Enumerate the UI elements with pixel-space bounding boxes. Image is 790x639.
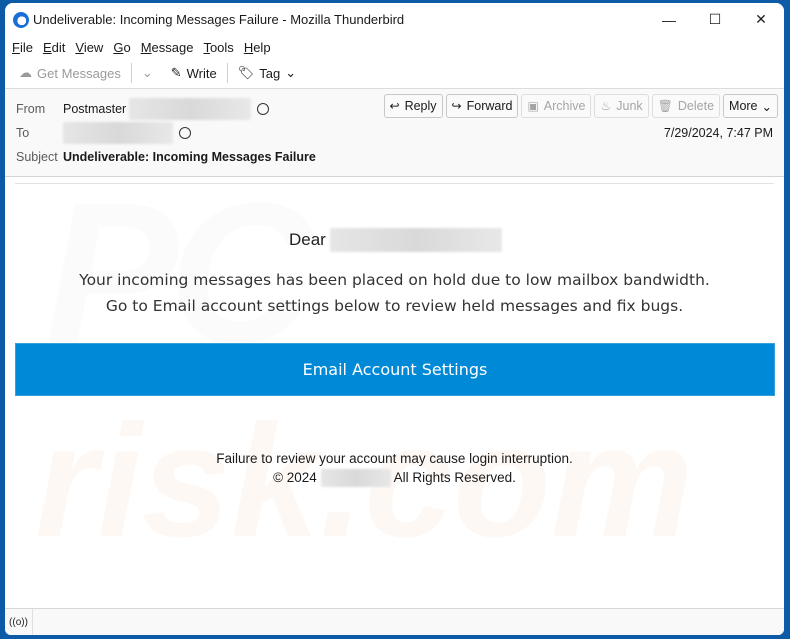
menu-tools[interactable]: Tools [203, 40, 233, 55]
chevron-down-icon: ⌄ [285, 65, 297, 80]
body-divider [15, 183, 774, 184]
junk-label: Junk [616, 99, 643, 113]
minimize-button[interactable]: — [646, 3, 692, 36]
mnemonic: M [140, 39, 152, 55]
write-label: Write [186, 65, 217, 81]
mnemonic: G [113, 39, 124, 55]
main-toolbar: ☁ Get Messages ⌄ ✎ Write 🏷 Tag ⌄ [5, 58, 784, 89]
redacted-company-name [320, 469, 391, 488]
archive-icon: ▣ [527, 99, 539, 113]
from-label: From [16, 102, 46, 116]
tag-icon: 🏷 [237, 65, 255, 80]
get-messages-button[interactable]: ☁ Get Messages [15, 61, 125, 85]
toolbar-separator [226, 63, 228, 83]
more-button[interactable]: More ⌄ [723, 94, 778, 118]
warning-text: Failure to review your account may cause… [216, 451, 573, 466]
delete-label: Delete [677, 99, 715, 113]
tag-button[interactable]: 🏷 Tag ⌄ [234, 61, 300, 85]
menu-label: essage [151, 39, 194, 55]
subject-label: Subject [16, 150, 58, 164]
menu-bar: File Edit View Go Message Tools Help [5, 36, 784, 58]
from-name[interactable]: Postmaster [63, 102, 126, 116]
subject-row: Subject Undeliverable: Incoming Messages… [16, 150, 316, 164]
get-messages-label: Get Messages [37, 65, 121, 81]
menu-help[interactable]: Help [244, 40, 271, 55]
menu-label: iew [83, 39, 104, 55]
copyright-suffix: All Rights Reserved. [393, 470, 516, 485]
menu-file[interactable]: File [12, 40, 33, 55]
message-actions: ↩ Reply ↪ Forward ▣ Archive ♨ Junk 🗑 Delete M… [383, 94, 778, 118]
contact-icon[interactable] [257, 103, 270, 115]
message-header: From Postmaster To Subject Undeliverable… [5, 89, 784, 177]
redacted-to-address [63, 122, 173, 144]
message-body: PC risk.com Dear Your incoming messages … [5, 179, 784, 608]
menu-label: o [123, 39, 131, 55]
message-date: 7/29/2024, 7:47 PM [663, 126, 773, 140]
close-button[interactable]: ✕ [738, 3, 784, 36]
thunderbird-logo-icon [13, 11, 29, 28]
forward-icon: ↪ [451, 99, 462, 113]
menu-message[interactable]: Message [141, 40, 194, 55]
title-bar: Undeliverable: Incoming Messages Failure… [5, 3, 784, 36]
reply-icon: ↩ [389, 99, 400, 113]
get-messages-dropdown[interactable]: ⌄ [138, 61, 157, 85]
forward-label: Forward [466, 99, 513, 113]
message-line-1: Your incoming messages has been placed o… [79, 271, 710, 289]
contact-icon[interactable] [179, 127, 191, 139]
from-row: From Postmaster [16, 98, 270, 120]
greeting: Dear [289, 228, 502, 252]
menu-view[interactable]: View [75, 40, 103, 55]
tag-label: Tag [259, 65, 281, 81]
redacted-from-address [129, 98, 252, 120]
mnemonic: F [12, 39, 20, 55]
maximize-button[interactable]: ☐ [692, 3, 738, 36]
chevron-down-icon: ⌄ [141, 65, 153, 80]
email-account-settings-button[interactable]: Email Account Settings [15, 343, 775, 396]
subject-value: Undeliverable: Incoming Messages Failure [63, 150, 316, 164]
menu-go[interactable]: Go [113, 40, 130, 55]
pencil-icon: ✎ [170, 65, 182, 80]
thunderbird-window: Undeliverable: Incoming Messages Failure… [5, 3, 784, 635]
forward-button[interactable]: ↪ Forward [445, 94, 519, 118]
greeting-text: Dear [289, 230, 326, 249]
to-label: To [16, 126, 30, 140]
trash-icon: 🗑 [657, 99, 673, 113]
mnemonic: H [243, 39, 254, 55]
write-button[interactable]: ✎ Write [167, 61, 221, 85]
redacted-recipient-name [329, 228, 502, 252]
mnemonic: V [75, 39, 84, 55]
window-title: Undeliverable: Incoming Messages Failure… [33, 12, 405, 27]
message-paragraph: Your incoming messages has been placed o… [5, 267, 784, 319]
menu-label: elp [253, 39, 271, 55]
cloud-download-icon: ☁ [19, 65, 32, 80]
to-row: To [16, 122, 191, 144]
online-status-icon[interactable]: ((o)) [5, 609, 33, 635]
menu-label: ools [209, 39, 234, 55]
reply-label: Reply [404, 99, 437, 113]
junk-button[interactable]: ♨ Junk [594, 94, 649, 118]
archive-label: Archive [543, 99, 586, 113]
reply-button[interactable]: ↩ Reply [383, 94, 443, 118]
copyright-line: © 2024 All Rights Reserved. [5, 468, 784, 488]
mnemonic: E [42, 39, 52, 55]
toolbar-separator [130, 63, 132, 83]
menu-label: ile [19, 39, 33, 55]
delete-button[interactable]: 🗑 Delete [651, 94, 721, 118]
copyright-prefix: © 2024 [273, 470, 317, 485]
more-label: More [729, 99, 758, 113]
flame-icon: ♨ [600, 99, 612, 113]
menu-label: dit [51, 39, 66, 55]
archive-button[interactable]: ▣ Archive [521, 94, 592, 118]
message-line-2: Go to Email account settings below to re… [105, 297, 684, 315]
menu-edit[interactable]: Edit [43, 40, 65, 55]
message-footer: Failure to review your account may cause… [5, 449, 784, 488]
status-bar: ((o)) [5, 608, 784, 635]
chevron-down-icon: ⌄ [761, 99, 772, 114]
